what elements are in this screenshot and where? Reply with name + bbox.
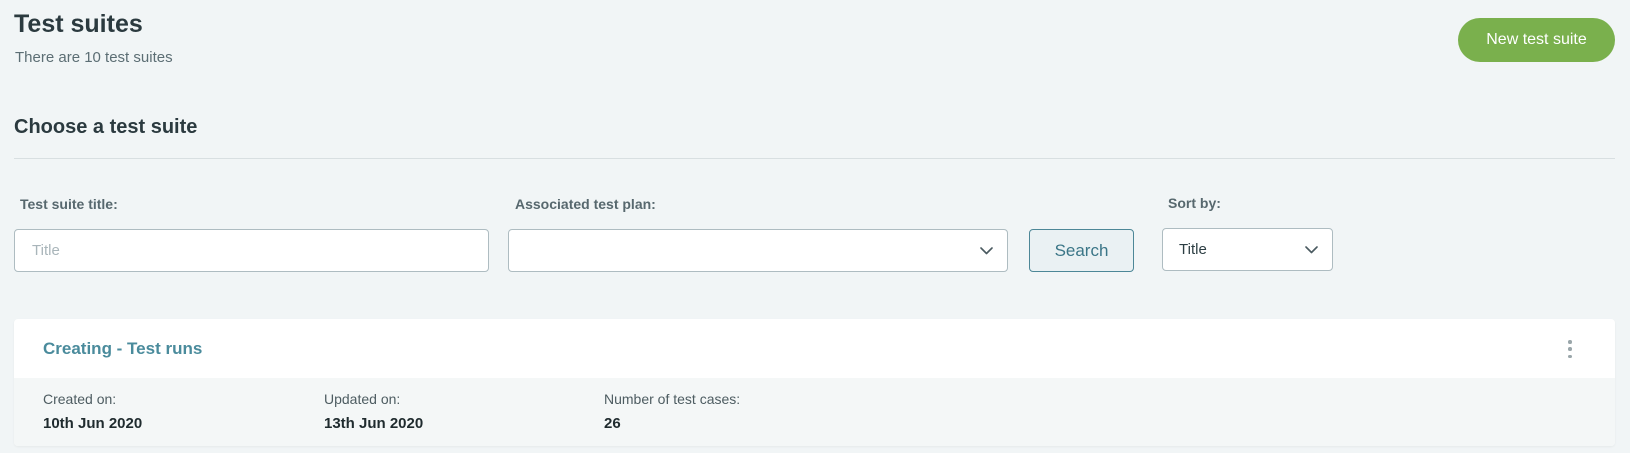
page-title: Test suites <box>14 10 143 38</box>
test-cases-count-label: Number of test cases: <box>604 391 741 407</box>
search-button[interactable]: Search <box>1029 229 1134 272</box>
sort-select-value: Title <box>1179 241 1207 258</box>
page-subtitle: There are 10 test suites <box>15 49 173 66</box>
test-suite-card-header: Creating - Test runs <box>14 319 1615 378</box>
test-suite-card-details: Created on: 10th Jun 2020 Updated on: 13… <box>14 378 1615 446</box>
test-cases-count-value: 26 <box>604 415 621 432</box>
test-suites-page: Test suites There are 10 test suites New… <box>0 0 1630 453</box>
test-suite-card: Creating - Test runs Created on: 10th Ju… <box>14 319 1615 446</box>
chevron-down-icon <box>979 244 993 258</box>
sort-by-label: Sort by: <box>1168 195 1221 211</box>
title-search-input[interactable] <box>14 229 489 272</box>
sort-by-select[interactable]: Title <box>1162 228 1333 271</box>
new-test-suite-button[interactable]: New test suite <box>1458 18 1615 62</box>
kebab-menu-icon[interactable] <box>1564 338 1576 360</box>
test-suite-title-link[interactable]: Creating - Test runs <box>43 339 202 359</box>
chevron-down-icon <box>1304 243 1318 257</box>
created-on-value: 10th Jun 2020 <box>43 415 143 432</box>
divider <box>14 158 1615 159</box>
section-title: Choose a test suite <box>14 116 198 138</box>
updated-on-label: Updated on: <box>324 391 401 407</box>
created-on-group: Created on: 10th Jun 2020 <box>43 391 142 432</box>
title-filter-label: Test suite title: <box>20 196 118 212</box>
created-on-label: Created on: <box>43 391 117 407</box>
updated-on-value: 13th Jun 2020 <box>324 415 424 432</box>
associated-test-plan-select[interactable] <box>508 229 1008 272</box>
test-cases-count-group: Number of test cases: 26 <box>604 391 740 432</box>
plan-filter-label: Associated test plan: <box>515 196 656 212</box>
updated-on-group: Updated on: 13th Jun 2020 <box>324 391 423 432</box>
